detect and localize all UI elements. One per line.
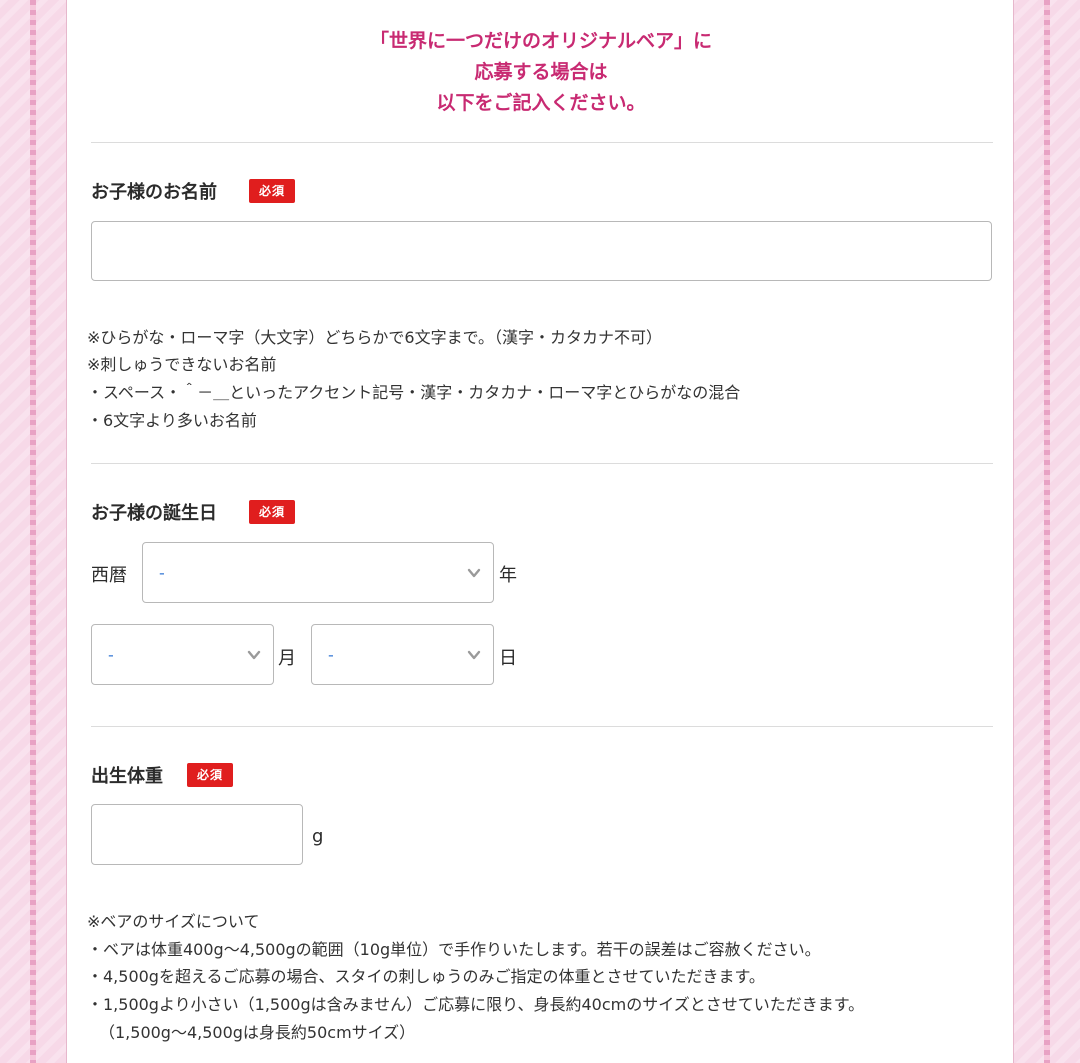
month-unit: 月 <box>278 648 296 669</box>
form-heading-line1: 「世界に一つだけのオリジナルベア」に <box>369 30 712 52</box>
bear-size-note: ・1,500gより小さい（1,500gは含みません）ご応募に限り、身長約40cm… <box>87 995 865 1014</box>
birth-year-value: - <box>159 563 165 582</box>
child-name-label: お子様のお名前 <box>91 182 217 203</box>
required-badge: 必須 <box>187 763 234 787</box>
day-unit: 日 <box>499 648 517 669</box>
birth-month-value: - <box>108 645 114 664</box>
birth-weight-input[interactable] <box>91 804 303 865</box>
birth-day-select[interactable]: - <box>311 624 494 685</box>
birth-day-value: - <box>328 645 334 664</box>
birth-year-select[interactable]: - <box>142 542 494 603</box>
form-heading-line2: 応募する場合は <box>474 61 608 83</box>
weight-unit: g <box>312 826 324 847</box>
form-panel: 「世界に一つだけのオリジナルベア」に 応募する場合は 以下をご記入ください。 お… <box>66 0 1014 1063</box>
divider <box>91 142 993 143</box>
child-name-note: ※ひらがな・ローマ字（大文字）どちらかで6文字まで。（漢字・カタカナ不可） <box>87 328 662 347</box>
divider <box>91 463 993 464</box>
chevron-down-icon <box>247 650 261 659</box>
child-name-input[interactable] <box>91 221 992 281</box>
decorative-border-right <box>1044 0 1050 1063</box>
bear-size-note: （1,500g～4,500gは身長約50cmサイズ） <box>99 1023 416 1042</box>
required-badge: 必須 <box>249 179 296 203</box>
era-label: 西暦 <box>91 565 127 586</box>
year-unit: 年 <box>499 565 517 586</box>
birth-month-select[interactable]: - <box>91 624 274 685</box>
child-name-note: ・6文字より多いお名前 <box>87 411 257 430</box>
bear-size-note: ・4,500gを超えるご応募の場合、スタイの刺しゅうのみご指定の体重とさせていた… <box>87 967 765 986</box>
form-heading-line3: 以下をご記入ください。 <box>436 92 646 114</box>
chevron-down-icon <box>467 568 481 577</box>
chevron-down-icon <box>467 650 481 659</box>
birthday-label: お子様の誕生日 <box>91 503 217 524</box>
decorative-border-left <box>30 0 36 1063</box>
child-name-note: ・スペース・＾－＿といったアクセント記号・漢字・カタカナ・ローマ字とひらがなの混… <box>87 383 741 402</box>
child-name-note: ※刺しゅうできないお名前 <box>87 355 277 374</box>
divider <box>91 726 993 727</box>
bear-size-note: ※ベアのサイズについて <box>87 912 260 931</box>
birth-weight-label: 出生体重 <box>91 766 163 787</box>
required-badge: 必須 <box>249 500 296 524</box>
bear-size-note: ・ベアは体重400g～4,500gの範囲（10g単位）で手作りいたします。若干の… <box>87 940 821 959</box>
